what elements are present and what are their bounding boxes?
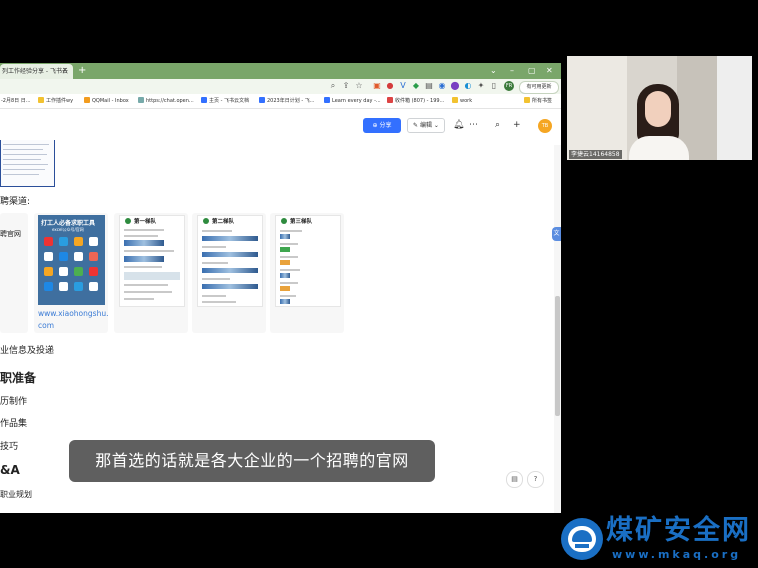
folder-icon	[524, 97, 530, 103]
search-icon[interactable]: ⌕	[328, 81, 338, 91]
all-bookmarks[interactable]: 所有书签	[524, 94, 552, 108]
bookmark-item[interactable]: QQMail - Inbox	[84, 94, 129, 108]
section-heading: &A	[0, 463, 20, 477]
extension-icon[interactable]: V	[398, 81, 408, 91]
watermark-url: www.mkaq.org	[612, 548, 742, 561]
doc-icon	[324, 97, 330, 103]
maximize-button[interactable]: ▢	[528, 63, 536, 79]
card: 聘官网	[0, 213, 28, 333]
green-dot-icon	[203, 218, 209, 224]
poster-image: 打工人必备求职工具 excel公众号/官网	[38, 215, 105, 305]
sidebar-icon[interactable]: ▯	[489, 81, 499, 91]
qqmail-icon	[84, 97, 90, 103]
new-tab-button[interactable]: +	[78, 63, 86, 79]
section-item: 业信息及投递	[0, 346, 55, 356]
webcam-feed	[567, 56, 752, 160]
mail-icon	[387, 97, 393, 103]
webcam-name-label: 李捷云14164858	[569, 150, 622, 159]
chevron-down-icon: ⌄	[433, 122, 439, 129]
extension-icon[interactable]: ⬤	[450, 81, 460, 91]
globe-icon: ⊕	[372, 122, 378, 129]
green-dot-icon	[125, 218, 131, 224]
bookmark-item[interactable]: https://chat.open...	[138, 94, 194, 108]
extensions-puzzle-icon[interactable]: ✦	[476, 81, 486, 91]
help-icon[interactable]: ?	[527, 471, 544, 488]
extension-icon[interactable]: ◐	[463, 81, 473, 91]
video-subtitle: 那首选的话就是各大企业的一个招聘的官网	[69, 440, 435, 482]
section-item: 作品集	[0, 419, 28, 429]
extension-icon[interactable]: ◆	[411, 81, 421, 91]
section-heading: 职准备	[0, 371, 37, 385]
document-thumbnail	[0, 140, 55, 187]
pen-icon: ✎	[413, 122, 419, 129]
watermark-title: 煤矿安全网	[606, 515, 751, 546]
minimize-button[interactable]: –	[510, 63, 514, 79]
section-item: 历制作	[0, 397, 28, 407]
sheet-preview: 第一梯队	[119, 215, 185, 307]
more-icon[interactable]: ⋯	[469, 119, 478, 131]
tab-title: 列工作经验分享 - 飞书云	[2, 68, 68, 75]
share-button[interactable]: ⊕ 分享	[363, 118, 401, 133]
bookmark-item[interactable]: work	[452, 94, 472, 108]
extension-icon[interactable]: ▤	[424, 81, 434, 91]
feishu-icon	[201, 97, 207, 103]
bell-icon[interactable]: 🔔︎	[453, 119, 464, 131]
green-dot-icon	[281, 218, 287, 224]
person-body	[629, 136, 689, 160]
person-face	[645, 91, 671, 127]
tier-card-3[interactable]: 第三梯队	[270, 213, 344, 333]
extension-icon[interactable]: ●	[385, 81, 395, 91]
search-icon[interactable]: ⌕	[495, 119, 500, 131]
edit-mode-button[interactable]: ✎ 编辑 ⌄	[407, 118, 445, 133]
bookmark-item[interactable]: Learn every day -...	[324, 94, 381, 108]
share-page-icon[interactable]: ⇪	[341, 81, 351, 91]
section-item: 技巧	[0, 442, 19, 452]
extension-icon[interactable]: ▣	[372, 81, 382, 91]
translate-icon[interactable]: 文	[552, 227, 561, 241]
bookmark-item[interactable]: 收件箱 (807) - 199...	[387, 94, 444, 108]
folder-icon	[452, 97, 458, 103]
tier-card-1[interactable]: 第一梯队	[114, 213, 188, 333]
tier-card-2[interactable]: 第二梯队	[192, 213, 266, 333]
tab-search-icon[interactable]: ⌄	[490, 63, 497, 79]
sheet-preview: 第三梯队	[275, 215, 341, 307]
bookmark-item[interactable]: -2月8日 日...	[1, 94, 31, 108]
poster-url[interactable]: com	[38, 321, 54, 330]
extension-icon[interactable]: ◉	[437, 81, 447, 91]
address-bar[interactable]: ⌕ ⇪ ☆ ▣ ● V ◆ ▤ ◉ ⬤ ◐ ✦ ▯ FR	[0, 79, 561, 95]
folder-icon	[38, 97, 44, 103]
bookmark-item[interactable]: 主页 - 飞书云文档	[201, 94, 249, 108]
section-item: 职业规划	[0, 490, 32, 499]
add-icon[interactable]: +	[513, 119, 521, 131]
update-button[interactable]: 有可用更新	[519, 81, 559, 94]
profile-avatar[interactable]: FR	[504, 81, 514, 91]
scrollbar-thumb[interactable]	[555, 296, 560, 416]
card-label: 聘官网	[0, 230, 21, 238]
sheet-preview: 第二梯队	[197, 215, 263, 307]
avatar[interactable]: TB	[538, 119, 552, 133]
helmet-logo-icon	[561, 518, 603, 560]
doc-icon	[259, 97, 265, 103]
chat-icon	[138, 97, 144, 103]
poster-card[interactable]: 打工人必备求职工具 excel公众号/官网 www.xiaohongshu. c…	[34, 213, 108, 333]
section-heading: 聘渠道:	[0, 197, 31, 207]
bookmarks-bar: -2月8日 日... 工作插件wy QQMail - Inbox https:/…	[0, 94, 561, 109]
bookmark-star-icon[interactable]: ☆	[354, 81, 364, 91]
tab-strip: 列工作经验分享 - 飞书云 × + ⌄ – ▢ ✕	[0, 63, 561, 79]
bookmark-item[interactable]: 工作插件wy	[38, 94, 73, 108]
outline-icon[interactable]: ▤	[506, 471, 523, 488]
tab-close-icon[interactable]: ×	[62, 63, 68, 78]
close-window-button[interactable]: ✕	[546, 63, 553, 79]
poster-url[interactable]: www.xiaohongshu.	[38, 309, 108, 318]
bookmark-item[interactable]: 2023年日计划 - 飞...	[259, 94, 314, 108]
